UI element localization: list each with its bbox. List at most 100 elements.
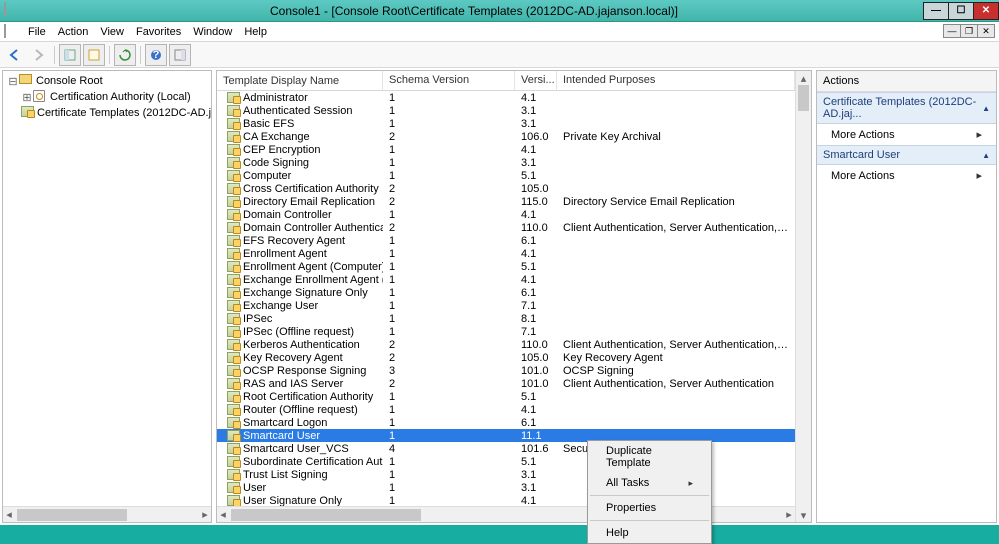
actions-section-templates[interactable]: Certificate Templates (2012DC-AD.jaj... … <box>817 92 996 124</box>
list-row[interactable]: Authenticated Session13.1 <box>217 104 795 117</box>
list-row[interactable]: Computer15.1 <box>217 169 795 182</box>
list-row[interactable]: Directory Email Replication2115.0Directo… <box>217 195 795 208</box>
col-template-name[interactable]: Template Display Name <box>217 71 383 90</box>
maximize-button[interactable]: ☐ <box>948 2 974 20</box>
forward-button[interactable] <box>28 44 50 66</box>
list-row[interactable]: Administrator14.1 <box>217 91 795 104</box>
cell-schema-version: 1 <box>383 248 515 260</box>
list-row[interactable]: Enrollment Agent14.1 <box>217 247 795 260</box>
cell-name: Smartcard User_VCS <box>243 443 349 455</box>
cell-name: Root Certification Authority <box>243 391 373 403</box>
cell-name: Code Signing <box>243 157 309 169</box>
list-row[interactable]: IPSec (Offline request)17.1 <box>217 325 795 338</box>
tree-node-templates[interactable]: Certificate Templates (2012DC-AD.jajanso… <box>3 105 211 121</box>
list-row[interactable]: Root Certification Authority15.1 <box>217 390 795 403</box>
list-row[interactable]: Domain Controller14.1 <box>217 208 795 221</box>
tree-horizontal-scrollbar[interactable]: ◂ ▸ <box>3 506 211 522</box>
menu-action[interactable]: Action <box>52 24 95 40</box>
help-button[interactable]: ? <box>145 44 167 66</box>
cell-name: CA Exchange <box>243 131 310 143</box>
submenu-arrow-icon: ▸ <box>976 169 982 182</box>
tree-root[interactable]: ⊟ Console Root <box>3 73 211 89</box>
list-row[interactable]: Exchange Enrollment Agent (Offline requ.… <box>217 273 795 286</box>
template-icon <box>227 170 241 182</box>
col-version[interactable]: Versi... <box>515 71 557 90</box>
list-row[interactable]: RAS and IAS Server2101.0Client Authentic… <box>217 377 795 390</box>
tree-node-ca[interactable]: ⊞ Certification Authority (Local) <box>3 89 211 105</box>
close-button[interactable]: ✕ <box>973 2 999 20</box>
template-icon <box>227 417 241 429</box>
context-menu-item[interactable]: Properties <box>588 498 711 518</box>
cell-name: Directory Email Replication <box>243 196 375 208</box>
template-icon <box>227 196 241 208</box>
show-hide-tree-button[interactable] <box>59 44 81 66</box>
list-row[interactable]: CEP Encryption14.1 <box>217 143 795 156</box>
svg-text:?: ? <box>153 49 160 61</box>
more-actions-label: More Actions <box>831 170 895 182</box>
context-menu-label: All Tasks <box>606 477 649 489</box>
cell-version: 101.6 <box>515 443 557 455</box>
col-intended-purposes[interactable]: Intended Purposes <box>557 71 795 90</box>
list-row[interactable]: Kerberos Authentication2110.0Client Auth… <box>217 338 795 351</box>
context-menu-item[interactable]: All Tasks <box>588 473 711 493</box>
window-titlebar: Console1 - [Console Root\Certificate Tem… <box>0 0 999 22</box>
showhide-action-pane-button[interactable] <box>169 44 191 66</box>
list-row[interactable]: Router (Offline request)14.1 <box>217 403 795 416</box>
back-button[interactable] <box>4 44 26 66</box>
menu-window[interactable]: Window <box>187 24 238 40</box>
mdi-minimize-button[interactable]: — <box>943 24 961 38</box>
list-row[interactable]: Enrollment Agent (Computer)15.1 <box>217 260 795 273</box>
cell-name: Exchange User <box>243 300 318 312</box>
cell-schema-version: 1 <box>383 235 515 247</box>
cell-schema-version: 2 <box>383 352 515 364</box>
refresh-button[interactable] <box>114 44 136 66</box>
cell-schema-version: 1 <box>383 391 515 403</box>
list-row[interactable]: Code Signing13.1 <box>217 156 795 169</box>
collapse-icon[interactable]: ⊟ <box>7 75 19 88</box>
cell-version: 5.1 <box>515 170 557 182</box>
list-row[interactable]: IPSec18.1 <box>217 312 795 325</box>
cell-name: Router (Offline request) <box>243 404 358 416</box>
template-icon <box>227 430 241 442</box>
actions-section-selected[interactable]: Smartcard User ▲ <box>817 145 996 165</box>
list-row[interactable]: Smartcard Logon16.1 <box>217 416 795 429</box>
list-row[interactable]: Exchange User17.1 <box>217 299 795 312</box>
menu-help[interactable]: Help <box>238 24 273 40</box>
menu-favorites[interactable]: Favorites <box>130 24 187 40</box>
context-menu-item[interactable]: Duplicate Template <box>588 441 711 473</box>
actions-more-templates[interactable]: More Actions ▸ <box>817 124 996 145</box>
minimize-button[interactable]: — <box>923 2 949 20</box>
list-row[interactable]: Key Recovery Agent2105.0Key Recovery Age… <box>217 351 795 364</box>
tree-node-label: Certificate Templates (2012DC-AD.jajanso… <box>37 107 211 119</box>
list-row[interactable]: EFS Recovery Agent16.1 <box>217 234 795 247</box>
cell-schema-version: 1 <box>383 456 515 468</box>
more-actions-label: More Actions <box>831 129 895 141</box>
menu-file[interactable]: File <box>22 24 52 40</box>
list-row[interactable]: OCSP Response Signing3101.0OCSP Signing <box>217 364 795 377</box>
template-icon <box>227 443 241 455</box>
template-icon <box>227 248 241 260</box>
list-vertical-scrollbar[interactable]: ▴ ▾ <box>795 71 811 522</box>
export-list-button[interactable] <box>83 44 105 66</box>
template-icon <box>227 105 241 117</box>
template-icon <box>227 482 241 494</box>
cell-version: 6.1 <box>515 417 557 429</box>
list-row[interactable]: Exchange Signature Only16.1 <box>217 286 795 299</box>
context-menu-label: Help <box>606 527 629 539</box>
cell-schema-version: 1 <box>383 482 515 494</box>
list-row[interactable]: Domain Controller Authentication2110.0Cl… <box>217 221 795 234</box>
cell-version: 106.0 <box>515 131 557 143</box>
actions-more-selected[interactable]: More Actions ▸ <box>817 165 996 186</box>
cell-schema-version: 1 <box>383 105 515 117</box>
context-menu-item[interactable]: Help <box>588 523 711 543</box>
mdi-restore-button[interactable]: ❐ <box>960 24 978 38</box>
cell-name: Exchange Signature Only <box>243 287 368 299</box>
list-row[interactable]: Basic EFS13.1 <box>217 117 795 130</box>
list-row[interactable]: Cross Certification Authority2105.0 <box>217 182 795 195</box>
menu-view[interactable]: View <box>94 24 130 40</box>
expand-icon[interactable]: ⊞ <box>21 91 33 104</box>
col-schema-version[interactable]: Schema Version <box>383 71 515 90</box>
cell-name: Cross Certification Authority <box>243 183 379 195</box>
list-row[interactable]: CA Exchange2106.0Private Key Archival <box>217 130 795 143</box>
mdi-close-button[interactable]: ✕ <box>977 24 995 38</box>
